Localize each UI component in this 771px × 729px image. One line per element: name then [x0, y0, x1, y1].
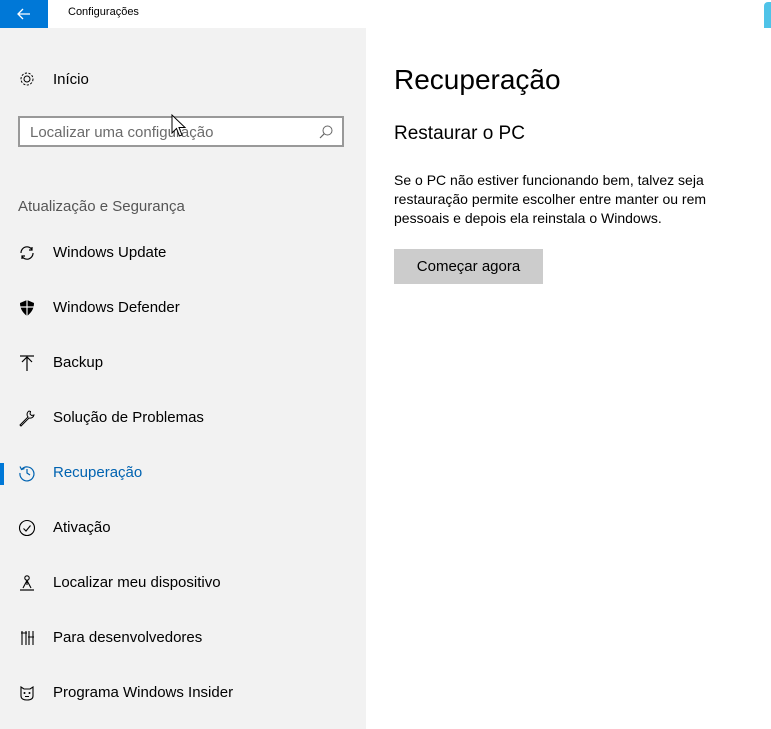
sidebar-item-label: Solução de Problemas	[53, 409, 204, 426]
sidebar-item-label: Windows Update	[53, 244, 167, 261]
description-line: pessoais e depois ela reinstala o Window…	[394, 210, 662, 226]
sidebar-item-windows-defender[interactable]: Windows Defender	[0, 288, 366, 328]
sidebar-item-for-developers[interactable]: Para desenvolvedores	[0, 618, 366, 658]
sidebar-item-label: Para desenvolvedores	[53, 629, 203, 646]
mouse-cursor-icon	[171, 113, 187, 137]
sidebar-item-label: Ativação	[53, 519, 111, 536]
back-button[interactable]	[0, 0, 48, 28]
sidebar-item-find-my-device[interactable]: Localizar meu dispositivo	[0, 563, 366, 603]
sidebar-item-activation[interactable]: Ativação	[0, 508, 366, 548]
insider-icon	[20, 685, 34, 701]
main-content: Recuperação Restaurar o PC Se o PC não e…	[366, 28, 771, 729]
sync-icon	[20, 246, 34, 260]
description-line: restauração permite escolher entre mante…	[394, 191, 707, 207]
home-link[interactable]: Início	[0, 63, 366, 95]
section-title: Restaurar o PC	[394, 123, 525, 144]
page-title: Recuperação	[394, 64, 561, 95]
sidebar-item-troubleshoot[interactable]: Solução de Problemas	[0, 398, 366, 438]
sidebar-item-label: Backup	[53, 354, 104, 371]
shield-icon	[20, 300, 34, 316]
sidebar-item-backup[interactable]: Backup	[0, 343, 366, 383]
search-icon	[319, 125, 333, 139]
sidebar-item-label: Windows Defender	[53, 299, 180, 316]
active-indicator	[0, 463, 4, 485]
developer-tools-icon	[21, 631, 34, 645]
title-bar: Configurações	[0, 0, 771, 36]
sidebar-item-recovery[interactable]: Recuperação	[0, 453, 366, 493]
home-label: Início	[53, 71, 89, 88]
gear-icon	[20, 72, 34, 86]
arrow-left-icon	[17, 8, 30, 20]
description-line: Se o PC não estiver funcionando bem, tal…	[394, 172, 704, 188]
sidebar-item-label: Recuperação	[53, 464, 143, 481]
check-circle-icon	[18, 519, 36, 537]
history-icon	[19, 466, 35, 482]
sidebar-item-windows-insider[interactable]: Programa Windows Insider	[0, 673, 366, 713]
section-header: Atualização e Segurança	[18, 198, 185, 215]
sidebar-item-label: Localizar meu dispositivo	[53, 574, 221, 591]
sidebar-item-windows-update[interactable]: Windows Update	[0, 233, 366, 273]
sidebar: Início Atualização e Segurança Windows U…	[0, 28, 366, 729]
recovery-description: Se o PC não estiver funcionando bem, tal…	[394, 171, 771, 228]
backup-upload-icon	[20, 355, 34, 371]
find-device-icon	[20, 575, 34, 591]
window-title: Configurações	[68, 6, 139, 18]
sidebar-item-label: Programa Windows Insider	[53, 684, 234, 701]
get-started-button[interactable]: Começar agora	[394, 249, 543, 284]
wrench-icon	[19, 410, 35, 427]
